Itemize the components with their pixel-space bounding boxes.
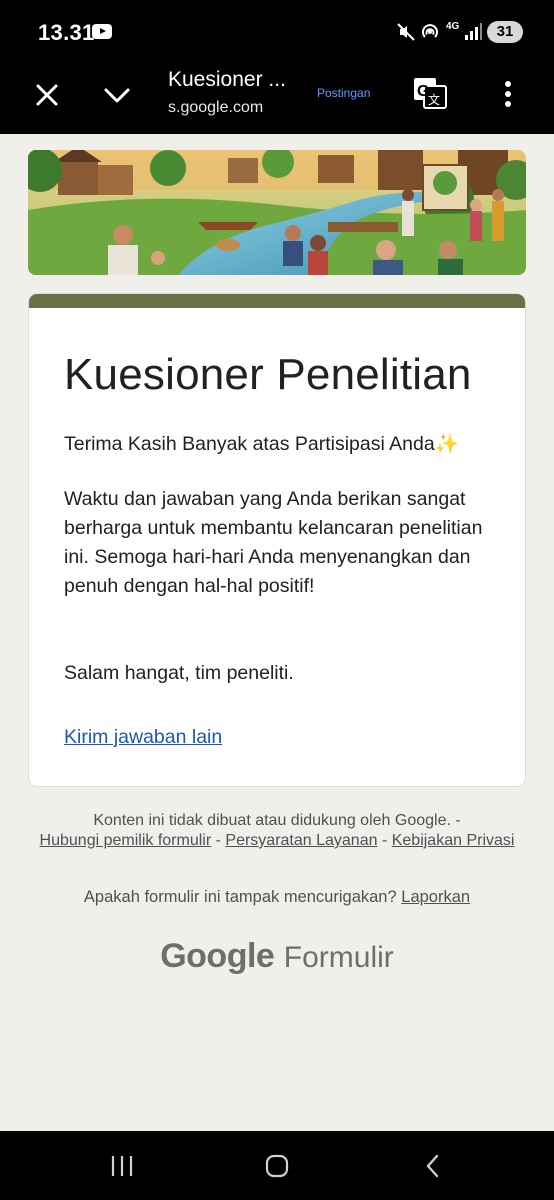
mute-icon xyxy=(397,23,415,41)
confirmation-paragraph: Waktu dan jawaban yang Anda berikan sang… xyxy=(64,488,483,597)
chevron-down-icon[interactable] xyxy=(100,78,134,112)
brand-forms: Formulir xyxy=(283,941,394,974)
contact-owner-link[interactable]: Hubungi pemilik formulir xyxy=(40,832,212,849)
battery-indicator: 31 xyxy=(487,21,523,43)
closing-message: Salam hangat, tim peneliti. xyxy=(64,662,294,684)
more-vert-icon[interactable] xyxy=(492,78,524,110)
page-title: Kuesioner ... xyxy=(168,68,286,91)
form-title: Kuesioner Penelitian xyxy=(64,350,472,399)
status-time: 13.31 xyxy=(38,20,95,45)
footer-separator: - xyxy=(211,832,226,849)
footer-separator: - xyxy=(377,832,392,849)
youtube-icon xyxy=(92,24,112,39)
close-icon[interactable] xyxy=(30,78,64,112)
hotspot-icon xyxy=(422,24,438,38)
terms-link[interactable]: Persyaratan Layanan xyxy=(225,832,377,849)
system-nav-bar xyxy=(0,1131,554,1200)
postingan-label[interactable]: Postingan xyxy=(317,86,370,100)
home-icon[interactable] xyxy=(264,1153,290,1179)
page-url[interactable]: s.google.com xyxy=(168,99,263,117)
privacy-link[interactable]: Kebijakan Privasi xyxy=(392,832,515,849)
back-icon[interactable] xyxy=(420,1153,446,1179)
thanks-message: Terima Kasih Banyak atas Partisipasi And… xyxy=(64,433,459,455)
suspicious-question: Apakah formulir ini tampak mencurigakan? xyxy=(83,888,397,906)
disclaimer-text: Konten ini tidak dibuat atau didukung ol… xyxy=(93,812,461,829)
brand-google: Google xyxy=(160,937,275,975)
header-banner-image xyxy=(28,150,526,275)
report-row: Apakah formulir ini tampak mencurigakan?… xyxy=(28,888,526,907)
translate-icon[interactable]: G 文 xyxy=(413,76,447,110)
report-link[interactable]: Laporkan xyxy=(401,888,470,906)
footer-disclaimer: Konten ini tidak dibuat atau didukung ol… xyxy=(28,811,526,851)
card-accent-bar xyxy=(29,294,525,308)
network-label: 4G xyxy=(446,21,460,32)
submit-another-response-link[interactable]: Kirim jawaban lain xyxy=(64,726,222,749)
status-bar: 13.31 4G 31 xyxy=(0,0,554,62)
form-card: Kuesioner Penelitian Terima Kasih Banyak… xyxy=(28,293,526,787)
recents-icon[interactable] xyxy=(108,1153,136,1179)
signal-icon xyxy=(465,23,482,40)
google-forms-logo[interactable]: Google Formulir xyxy=(0,937,554,976)
svg-text:文: 文 xyxy=(428,92,440,107)
browser-toolbar: Kuesioner ... s.google.com Postingan G 文 xyxy=(0,62,554,134)
